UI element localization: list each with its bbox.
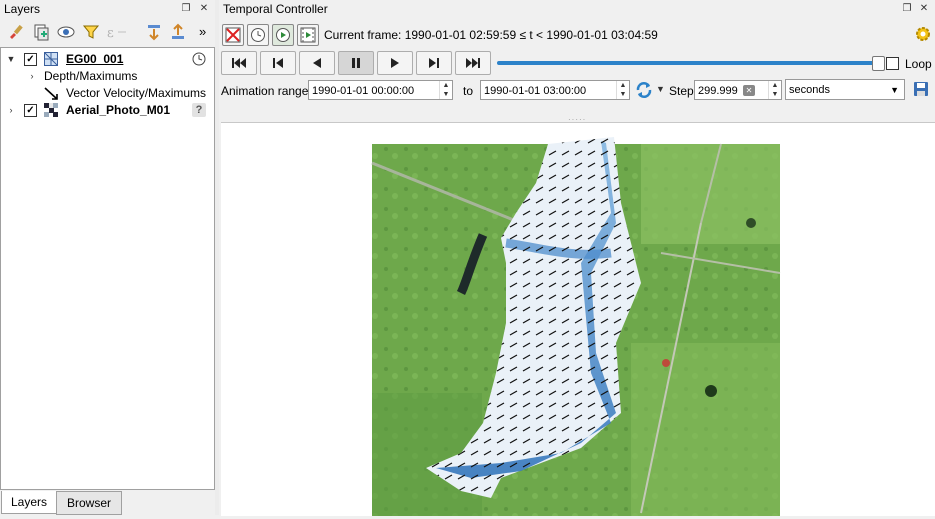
question-icon[interactable]: ? [192, 103, 206, 117]
raster-layer-icon [44, 103, 58, 122]
step-spinner-icon[interactable]: ▲ ▼ [768, 81, 781, 99]
current-frame-label: Current frame: 1990-01-01 02:59:59 ≤ t <… [324, 28, 658, 42]
tab-browser[interactable]: Browser [56, 491, 122, 515]
step-forward-button[interactable] [416, 51, 452, 75]
layer-visibility-checkbox[interactable]: ✓ [24, 53, 37, 66]
dataset-label: Depth/Maximums [44, 69, 138, 83]
expression-filter-icon[interactable]: ε [106, 22, 126, 42]
timeline-slider-track[interactable] [497, 61, 879, 65]
svg-text:ε: ε [107, 26, 114, 41]
map-canvas[interactable] [221, 122, 935, 516]
step-unit-value: seconds [789, 84, 830, 96]
animation-range-label: Animation range [221, 84, 309, 98]
layer-label: Aerial_Photo_M01 [66, 103, 171, 117]
play-button[interactable] [377, 51, 413, 75]
range-start-value: 1990-01-01 00:00:00 [312, 85, 415, 97]
timeline-slider-handle[interactable] [872, 56, 885, 71]
layer-item-eg00-001[interactable]: ▼ ✓ EG00_001 [1, 51, 212, 68]
more-tools-icon[interactable]: » [199, 24, 206, 39]
disable-temporal-button[interactable] [222, 24, 244, 46]
paintbrush-icon[interactable] [6, 22, 26, 42]
close-panel-icon[interactable]: ✕ [198, 3, 210, 15]
animated-mode-button[interactable] [272, 24, 294, 46]
float-panel-icon[interactable]: ❐ [180, 3, 192, 15]
temporal-panel-title: Temporal Controller [223, 2, 328, 16]
loop-checkbox[interactable] [886, 57, 899, 70]
range-to-label: to [463, 84, 474, 98]
collapse-arrow-icon[interactable]: ▼ [6, 51, 16, 68]
settings-gear-icon[interactable] [914, 25, 932, 46]
range-dropdown-icon[interactable]: ▼ [656, 84, 665, 94]
float-panel-icon[interactable]: ❐ [901, 3, 913, 15]
current-frame-prefix: Current frame: [324, 28, 405, 42]
layers-panel-title: Layers [4, 2, 41, 16]
skip-to-end-button[interactable] [455, 51, 491, 75]
range-end-spinner-icon[interactable]: ▲ ▼ [616, 81, 629, 99]
refresh-range-icon[interactable] [635, 81, 653, 102]
layer-subitem-velocity[interactable]: Vector Velocity/Maximums [1, 85, 212, 102]
save-icon[interactable] [913, 81, 929, 100]
layer-item-aerial-photo[interactable]: › ✓ Aerial_Photo_M01 ? [1, 102, 212, 119]
pause-button[interactable] [338, 51, 374, 75]
close-panel-icon[interactable]: ✕ [918, 3, 930, 15]
dataset-label: Vector Velocity/Maximums [66, 86, 207, 100]
range-start-spinner-icon[interactable]: ▲ ▼ [439, 81, 452, 99]
expand-arrow-icon[interactable]: › [6, 102, 16, 119]
step-unit-select[interactable]: seconds ▼ [785, 79, 905, 100]
range-end-field[interactable]: 1990-01-01 03:00:00 ▲ ▼ [480, 80, 630, 100]
fixed-range-button[interactable] [247, 24, 269, 46]
layer-visibility-checkbox[interactable]: ✓ [24, 104, 37, 117]
skip-to-start-button[interactable] [221, 51, 257, 75]
step-value: 299.999 [698, 85, 738, 97]
filter-icon[interactable] [81, 22, 101, 42]
layers-tree: ▼ ✓ EG00_001 › Depth/Maximums Vector Vel… [0, 47, 215, 490]
layers-panel: Layers ❐ ✕ ε » ▼ ✓ EG00_001 › Depth/Maxi… [0, 0, 215, 515]
eye-icon[interactable] [56, 22, 76, 42]
layer-label: EG00_001 [66, 52, 124, 66]
step-field[interactable]: 299.999 ✕ ▲ ▼ [694, 80, 782, 100]
movie-mode-button[interactable] [297, 24, 319, 46]
expand-all-icon[interactable] [144, 22, 164, 42]
tab-layers[interactable]: Layers [1, 491, 57, 514]
add-group-icon[interactable] [31, 22, 51, 42]
chevron-down-icon: ▼ [890, 85, 899, 95]
clear-step-icon[interactable]: ✕ [743, 85, 755, 96]
map-view [371, 137, 781, 516]
loop-label: Loop [905, 57, 932, 71]
range-start-field[interactable]: 1990-01-01 00:00:00 ▲ ▼ [308, 80, 453, 100]
step-back-button[interactable] [260, 51, 296, 75]
collapse-all-icon[interactable] [168, 22, 188, 42]
current-frame-value: 1990-01-01 02:59:59 ≤ t < 1990-01-01 03:… [404, 28, 658, 42]
expand-arrow-icon[interactable]: › [27, 68, 37, 85]
play-reverse-button[interactable] [299, 51, 335, 75]
step-label: Step [669, 84, 694, 98]
layer-subitem-depth[interactable]: › Depth/Maximums [1, 68, 212, 85]
range-end-value: 1990-01-01 03:00:00 [484, 85, 587, 97]
